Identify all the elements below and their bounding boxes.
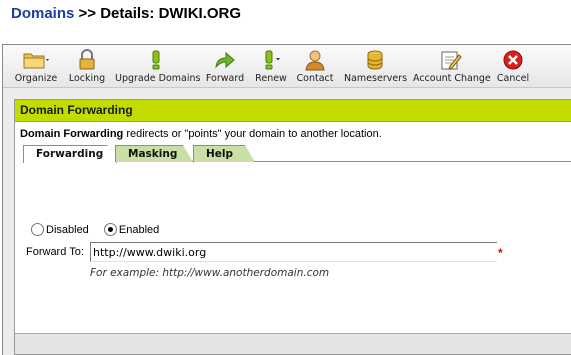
folder-icon bbox=[23, 53, 49, 69]
disabled-radio[interactable] bbox=[31, 223, 44, 236]
breadcrumb-domains-link[interactable]: Domains bbox=[11, 5, 74, 22]
domain-forwarding-panel: Domain Forwarding Domain Forwarding redi… bbox=[14, 99, 571, 355]
forward-to-label: Forward To: bbox=[26, 246, 84, 258]
cancel-label: Cancel bbox=[496, 73, 530, 84]
forward-arrow-icon bbox=[215, 51, 235, 69]
breadcrumb-details: >> Details: DWIKI.ORG bbox=[74, 5, 242, 22]
enabled-radio[interactable] bbox=[103, 223, 117, 236]
renew-button[interactable]: Renew bbox=[254, 47, 288, 85]
panel-description: Domain Forwarding redirects or "points" … bbox=[20, 128, 382, 140]
forward-button[interactable]: Forward bbox=[203, 47, 247, 85]
locking-label: Locking bbox=[68, 73, 106, 84]
contact-label: Contact bbox=[296, 73, 334, 84]
exclamation-icon bbox=[152, 50, 160, 70]
contact-person-icon bbox=[305, 50, 325, 71]
cancel-icon bbox=[503, 50, 523, 70]
locking-button[interactable]: Locking bbox=[67, 47, 107, 85]
tab-bar: Forwarding Masking Help bbox=[23, 145, 571, 162]
forward-label: Forward bbox=[205, 73, 245, 84]
tab-masking[interactable]: Masking bbox=[115, 145, 193, 162]
database-icon bbox=[367, 50, 383, 70]
forward-to-input[interactable] bbox=[90, 242, 497, 262]
account-change-button[interactable]: Account Change bbox=[413, 47, 491, 85]
panel-title: Domain Forwarding bbox=[15, 100, 571, 122]
cancel-button[interactable]: Cancel bbox=[495, 47, 531, 85]
toolbar: Organize Locking Upgrade Domains Forward bbox=[3, 45, 571, 88]
account-change-label: Account Change bbox=[413, 73, 491, 84]
forwarding-mode-group: Disabled Enabled bbox=[31, 223, 171, 236]
nameservers-label: Nameservers bbox=[344, 73, 408, 84]
upgrade-domains-label: Upgrade Domains bbox=[115, 73, 201, 84]
organize-label: Organize bbox=[14, 73, 58, 84]
disabled-label: Disabled bbox=[46, 223, 89, 236]
edit-document-icon bbox=[441, 51, 462, 70]
main-frame: Organize Locking Upgrade Domains Forward bbox=[2, 44, 571, 355]
page-title: Domains >> Details: DWIKI.ORG bbox=[11, 5, 241, 22]
renew-icon bbox=[265, 50, 280, 70]
lock-icon bbox=[79, 49, 95, 70]
description-text: redirects or "points" your domain to ano… bbox=[123, 128, 382, 140]
tab-help[interactable]: Help bbox=[193, 145, 255, 162]
organize-button[interactable]: Organize bbox=[12, 47, 60, 85]
upgrade-domains-button[interactable]: Upgrade Domains bbox=[115, 47, 201, 85]
renew-label: Renew bbox=[255, 73, 287, 84]
enabled-label: Enabled bbox=[118, 223, 160, 236]
required-marker: * bbox=[498, 246, 503, 260]
nameservers-button[interactable]: Nameservers bbox=[344, 47, 408, 85]
panel-footer bbox=[15, 333, 571, 354]
contact-button[interactable]: Contact bbox=[295, 47, 335, 85]
example-hint: For example: http://www.anotherdomain.co… bbox=[90, 267, 330, 279]
tab-forwarding[interactable]: Forwarding bbox=[23, 145, 117, 163]
description-bold: Domain Forwarding bbox=[20, 128, 124, 140]
